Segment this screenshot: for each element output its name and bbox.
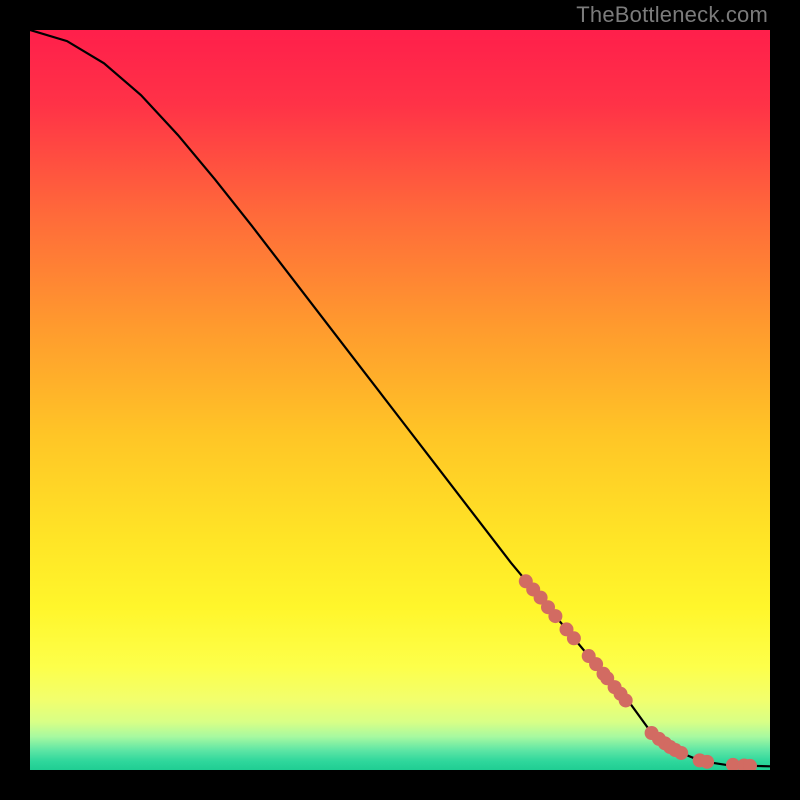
highlight-marker bbox=[567, 631, 581, 645]
chart-frame bbox=[30, 30, 770, 770]
bottleneck-chart bbox=[30, 30, 770, 770]
highlight-marker bbox=[548, 609, 562, 623]
highlight-marker bbox=[700, 755, 714, 769]
watermark-text: TheBottleneck.com bbox=[576, 2, 768, 28]
highlight-marker bbox=[619, 693, 633, 707]
gradient-background bbox=[30, 30, 770, 770]
highlight-marker bbox=[674, 746, 688, 760]
